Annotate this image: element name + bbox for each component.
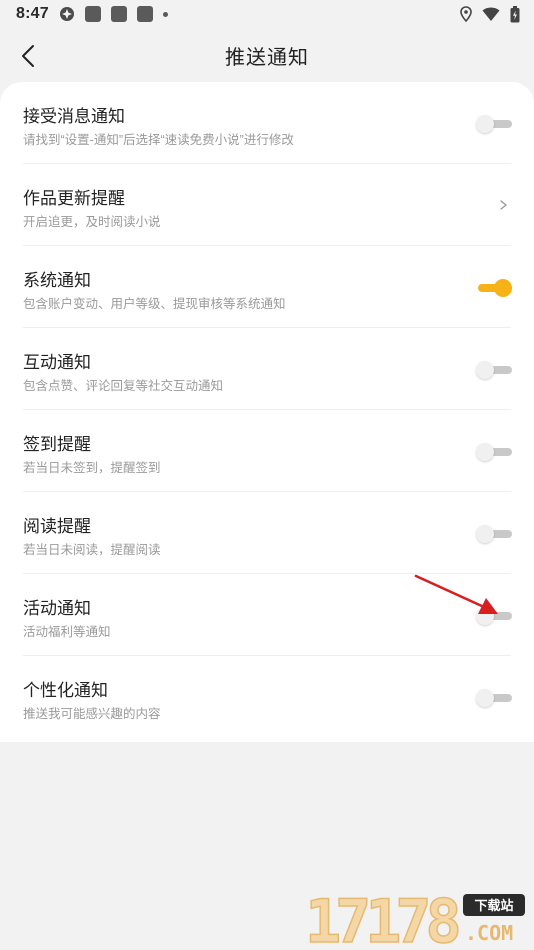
page-title: 推送通知 (225, 46, 309, 69)
notification-square-icon (84, 6, 101, 22)
toggle-thumb (494, 279, 512, 297)
setting-row-interaction-notification: 互动通知 包含点赞、评论回复等社交互动通知 (0, 328, 534, 410)
app-notification-icon (59, 6, 75, 22)
status-right (460, 5, 520, 23)
navigation-header: 推送通知 (0, 28, 534, 82)
setting-description: 开启追更，及时阅读小说 (23, 215, 161, 229)
personalized-notification-toggle[interactable] (476, 688, 512, 708)
toggle-thumb (476, 361, 494, 379)
settings-card: 接受消息通知 请找到“设置-通知”后选择“速读免费小说”进行修改 作品更新提醒 … (0, 82, 534, 742)
chevron-left-icon (22, 45, 34, 67)
accept-messages-toggle[interactable] (476, 114, 512, 134)
status-bar: 8:47 (0, 0, 534, 28)
location-icon (460, 6, 472, 22)
setting-row-update-reminder[interactable]: 作品更新提醒 开启追更，及时阅读小说 (0, 164, 534, 246)
toggle-thumb (476, 443, 494, 461)
setting-title: 阅读提醒 (23, 517, 91, 536)
system-notification-toggle[interactable] (476, 278, 512, 298)
setting-title: 签到提醒 (23, 435, 91, 454)
setting-row-activity-notification: 活动通知 活动福利等通知 (0, 574, 534, 656)
back-button[interactable] (10, 38, 46, 74)
toggle-thumb (476, 525, 494, 543)
checkin-reminder-toggle[interactable] (476, 442, 512, 462)
setting-description: 推送我可能感兴趣的内容 (23, 707, 161, 721)
toggle-thumb (476, 115, 494, 133)
setting-row-personalized-notification: 个性化通知 推送我可能感兴趣的内容 (0, 656, 534, 738)
notification-square-icon (110, 6, 127, 22)
setting-title: 系统通知 (23, 271, 91, 290)
setting-description: 包含点赞、评论回复等社交互动通知 (23, 379, 224, 393)
setting-description: 请找到“设置-通知”后选择“速读免费小说”进行修改 (23, 133, 294, 147)
toggle-thumb (476, 689, 494, 707)
toggle-thumb (476, 607, 494, 625)
wifi-icon (482, 6, 500, 22)
setting-description: 若当日未签到，提醒签到 (23, 461, 161, 475)
setting-row-reading-reminder: 阅读提醒 若当日未阅读，提醒阅读 (0, 492, 534, 574)
reading-reminder-toggle[interactable] (476, 524, 512, 544)
setting-title: 作品更新提醒 (23, 189, 125, 208)
setting-description: 若当日未阅读，提醒阅读 (23, 543, 161, 557)
battery-icon (510, 5, 520, 23)
setting-description: 活动福利等通知 (23, 625, 111, 639)
setting-title: 互动通知 (23, 353, 91, 372)
setting-title: 接受消息通知 (23, 107, 125, 126)
activity-notification-toggle[interactable] (476, 606, 512, 626)
setting-description: 包含账户变动、用户等级、提现审核等系统通知 (23, 297, 286, 311)
interaction-notification-toggle[interactable] (476, 360, 512, 380)
watermark-badge: 下载站 (474, 898, 513, 914)
setting-row-checkin-reminder: 签到提醒 若当日未签到，提醒签到 (0, 410, 534, 492)
chevron-right-icon[interactable] (498, 195, 510, 215)
setting-row-accept-messages: 接受消息通知 请找到“设置-通知”后选择“速读免费小说”进行修改 (0, 82, 534, 164)
watermark-number: 17178 (305, 890, 458, 946)
watermark-logo: 17178 下载站 .COM (304, 890, 525, 946)
more-notifications-dot-icon (162, 11, 168, 17)
watermark-domain: .COM (465, 921, 513, 945)
notification-square-icon (136, 6, 153, 22)
status-left: 8:47 (16, 5, 168, 23)
status-time: 8:47 (16, 5, 49, 22)
setting-title: 活动通知 (23, 599, 91, 618)
setting-row-system-notification: 系统通知 包含账户变动、用户等级、提现审核等系统通知 (0, 246, 534, 328)
setting-title: 个性化通知 (23, 681, 108, 700)
